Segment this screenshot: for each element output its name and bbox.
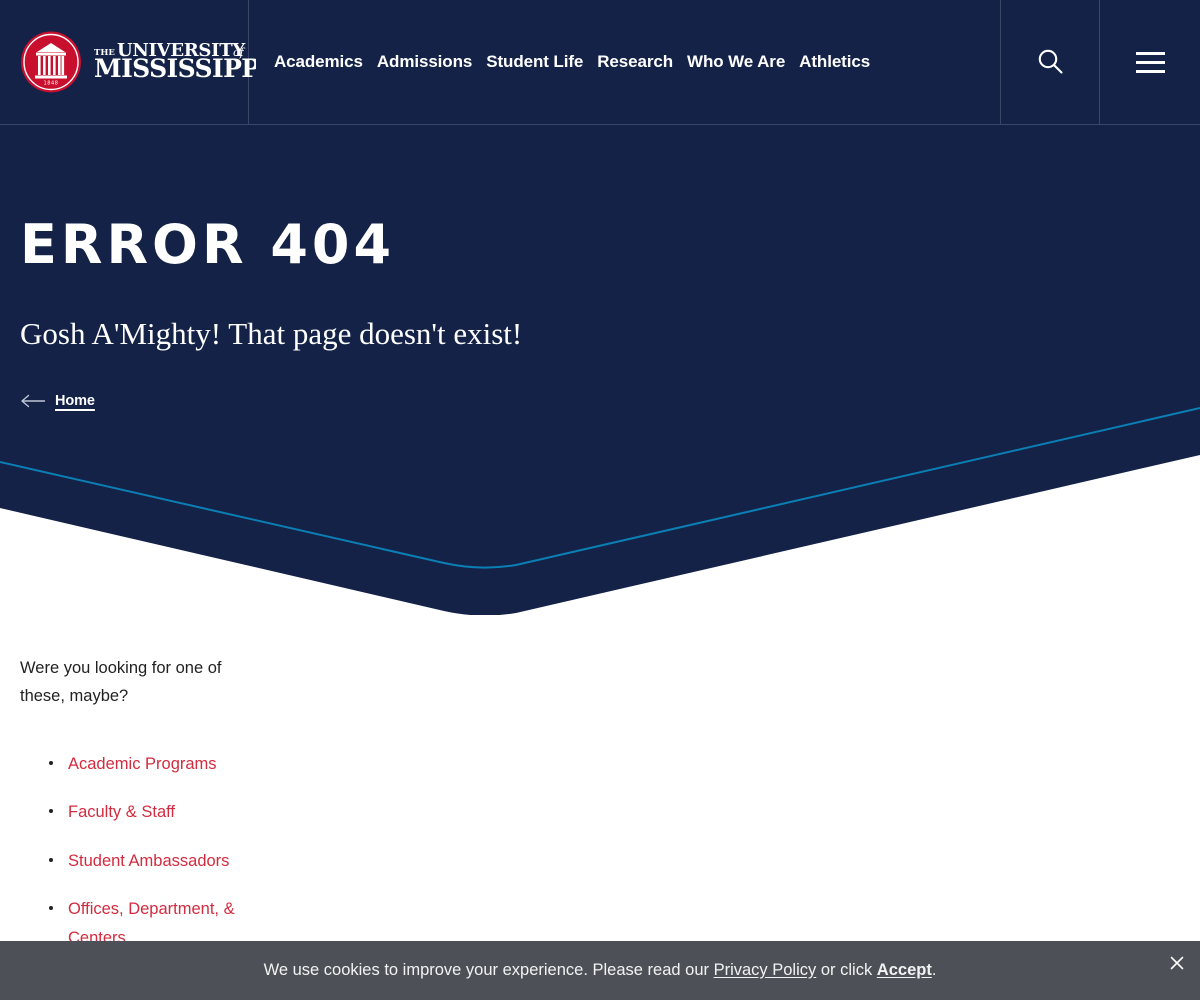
nav-item-academics: Academics xyxy=(274,48,377,76)
error-404-page: 1848 THE UNIVERSITY of MISSISSIPPI Acade… xyxy=(0,0,1200,1000)
page-subtitle: Gosh A'Mighty! That page doesn't exist! xyxy=(20,316,523,351)
site-logo-link[interactable]: 1848 THE UNIVERSITY of MISSISSIPPI xyxy=(20,31,271,93)
site-header: 1848 THE UNIVERSITY of MISSISSIPPI Acade… xyxy=(0,0,1200,125)
cookie-text-middle: or click xyxy=(816,960,877,979)
cookie-consent-banner: We use cookies to improve your experienc… xyxy=(0,941,1200,1000)
svg-text:MISSISSIPPI: MISSISSIPPI xyxy=(94,54,256,82)
page-title: ERROR 404 xyxy=(20,213,396,276)
university-seal-icon: 1848 xyxy=(20,31,82,93)
search-button[interactable] xyxy=(1001,0,1100,124)
nav-item-student-life: Student Life xyxy=(486,48,597,76)
nav-link-research[interactable]: Research xyxy=(597,48,673,76)
suggestion-link-academic-programs[interactable]: Academic Programs xyxy=(68,755,217,773)
list-item: Faculty & Staff xyxy=(20,798,280,826)
home-link[interactable]: Home xyxy=(20,393,95,409)
nav-link-athletics[interactable]: Athletics xyxy=(799,48,870,76)
privacy-policy-link[interactable]: Privacy Policy xyxy=(714,961,817,979)
hero-chevron-shape xyxy=(0,125,1200,615)
suggestion-link-faculty-staff[interactable]: Faculty & Staff xyxy=(68,803,175,821)
hero-section: ERROR 404 Gosh A'Mighty! That page doesn… xyxy=(0,125,1200,615)
close-cookie-banner-button[interactable] xyxy=(1162,949,1192,979)
list-item: Academic Programs xyxy=(20,750,280,778)
list-item: Student Ambassadors xyxy=(20,847,280,875)
search-icon xyxy=(1034,45,1066,80)
suggestions-list: Academic Programs Faculty & Staff Studen… xyxy=(20,750,280,972)
hamburger-menu-icon xyxy=(1135,51,1165,73)
nav-item-who-we-are: Who We Are xyxy=(687,48,799,76)
primary-navigation-list: Academics Admissions Student Life Resear… xyxy=(274,48,870,76)
svg-text:1848: 1848 xyxy=(43,81,58,87)
nav-link-who-we-are[interactable]: Who We Are xyxy=(687,48,785,76)
home-link-label: Home xyxy=(55,393,95,409)
nav-item-research: Research xyxy=(597,48,687,76)
nav-item-athletics: Athletics xyxy=(799,48,870,76)
primary-navigation: Academics Admissions Student Life Resear… xyxy=(249,0,1001,124)
nav-link-academics[interactable]: Academics xyxy=(274,48,363,76)
suggestion-link-student-ambassadors[interactable]: Student Ambassadors xyxy=(68,852,229,870)
nav-link-admissions[interactable]: Admissions xyxy=(377,48,472,76)
logo-cell: 1848 THE UNIVERSITY of MISSISSIPPI xyxy=(0,0,271,124)
close-icon xyxy=(1169,955,1185,974)
nav-link-student-life[interactable]: Student Life xyxy=(486,48,583,76)
menu-button[interactable] xyxy=(1100,0,1200,124)
cookie-text-before: We use cookies to improve your experienc… xyxy=(263,960,714,979)
logo-wordmark: THE UNIVERSITY of MISSISSIPPI xyxy=(93,38,271,87)
arrow-left-icon xyxy=(20,394,46,408)
suggestions-intro-text: Were you looking for one of these, maybe… xyxy=(20,659,222,706)
cookie-text-after: . xyxy=(931,960,937,979)
cookie-banner-text: We use cookies to improve your experienc… xyxy=(264,960,937,981)
nav-item-admissions: Admissions xyxy=(377,48,486,76)
accept-cookies-link[interactable]: Accept xyxy=(877,961,932,979)
suggestion-link-offices-departments-centers[interactable]: Offices, Department, & Centers xyxy=(68,900,235,946)
